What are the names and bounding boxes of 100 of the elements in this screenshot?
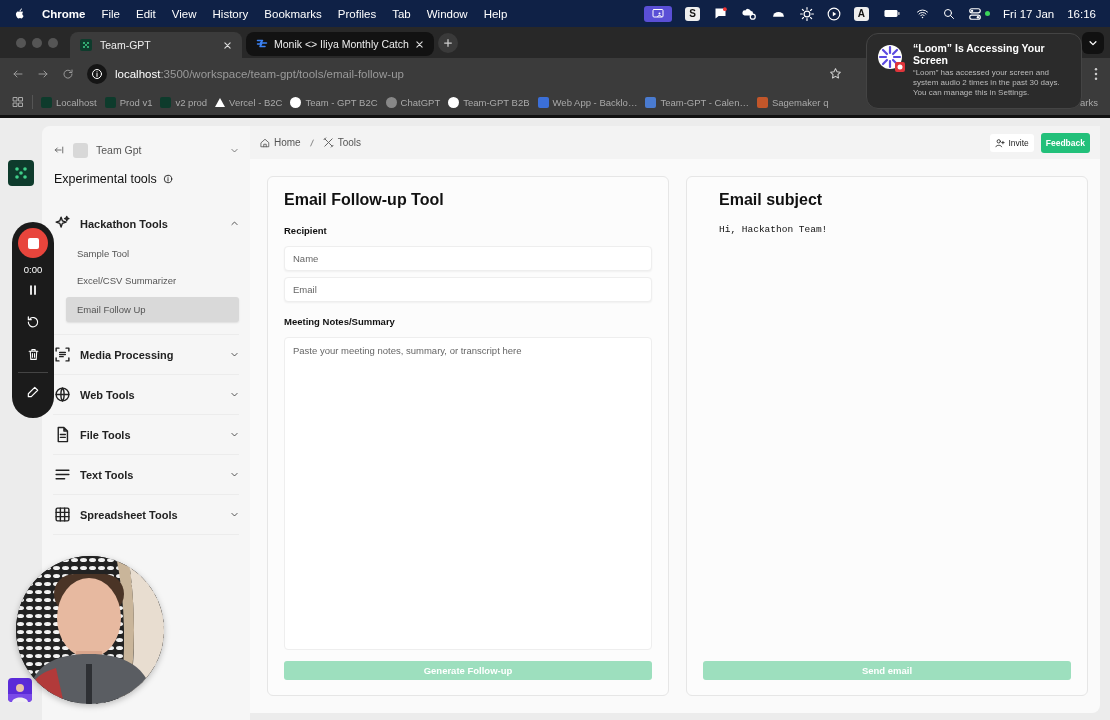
card-title: Email Follow-up Tool xyxy=(284,191,445,209)
site-icon xyxy=(215,97,226,107)
status-badge[interactable]: A xyxy=(853,6,870,21)
app-menu[interactable]: Chrome xyxy=(42,7,86,20)
notes-field[interactable]: Paste your meeting notes, summary, or transcript here xyxy=(284,337,652,650)
menu-bar-date[interactable]: Fri 17 Jan xyxy=(1003,7,1055,20)
tool-group-header[interactable]: Text Tools xyxy=(53,455,239,494)
loom-app-icon[interactable] xyxy=(877,44,905,72)
collapse-sidebar-icon[interactable] xyxy=(53,145,65,155)
menu-item[interactable]: View xyxy=(171,7,197,20)
screen-share-button[interactable] xyxy=(644,5,673,22)
menu-item[interactable]: Tab xyxy=(392,7,411,20)
sun-icon[interactable] xyxy=(799,6,814,21)
search-icon[interactable] xyxy=(943,7,956,20)
sidebar-item[interactable]: Sample Tool xyxy=(66,243,239,264)
invite-button[interactable]: Invite xyxy=(990,133,1034,152)
menu-item[interactable]: History xyxy=(212,7,249,20)
bookmark-link[interactable]: ChatGPT xyxy=(385,96,441,108)
menu-item[interactable]: Profiles xyxy=(337,7,377,20)
menu-item[interactable]: Window xyxy=(426,7,468,20)
logo-icon[interactable] xyxy=(8,160,34,186)
site-icon xyxy=(537,96,549,108)
cloud-alert-icon[interactable] xyxy=(740,6,757,21)
breadcrumb-separator-icon xyxy=(307,136,316,149)
field-label: Meeting Notes/Summary xyxy=(284,316,396,327)
recording-timer: 0:00 xyxy=(23,264,43,275)
breadcrumb-link[interactable]: Home xyxy=(260,137,301,148)
bookmark-link[interactable]: Sagemaker q xyxy=(756,96,829,108)
tab-favicon-icon xyxy=(80,39,92,51)
bookmark-link[interactable]: Team-GPT - Calen… xyxy=(645,96,749,108)
bookmark-link[interactable]: Prod v1 xyxy=(104,96,153,108)
tool-group-header[interactable]: Spreadsheet Tools xyxy=(53,495,239,534)
notification-title: “Loom” Is Accessing Your Screen xyxy=(913,42,1046,66)
menu-bar-time[interactable]: 16:16 xyxy=(1067,7,1096,20)
site-icon xyxy=(448,96,460,108)
email-body-text: Hi, Hackathon Team! xyxy=(719,224,829,237)
bookmark-link[interactable]: Team - GPT B2C xyxy=(290,96,378,108)
table-icon xyxy=(54,506,71,523)
more-icon[interactable] xyxy=(1094,66,1098,81)
star-icon[interactable] xyxy=(829,67,842,80)
site-icon xyxy=(756,96,768,108)
browser-tab[interactable]: Team-GPT xyxy=(70,32,242,58)
address-bar[interactable]: localhost:3500/workspace/team-gpt/tools/email-follow-up xyxy=(87,62,816,85)
restart-icon[interactable] xyxy=(26,315,40,329)
apple-icon[interactable] xyxy=(14,6,26,21)
tool-group-header[interactable]: Media Processing xyxy=(53,335,239,374)
plus-icon xyxy=(442,38,453,48)
trash-icon[interactable] xyxy=(26,348,40,361)
new-tab-button[interactable] xyxy=(437,33,458,53)
menu-item[interactable]: File xyxy=(101,7,120,20)
field-label: Recipient xyxy=(284,225,328,236)
site-icon xyxy=(160,96,172,108)
sidebar-item[interactable]: Excel/CSV Summarizer xyxy=(66,270,239,291)
bookmark-link[interactable]: v2 prod xyxy=(160,96,208,108)
tool-group-header[interactable]: File Tools xyxy=(53,415,239,454)
status-badge[interactable]: S xyxy=(685,6,700,21)
bookmark-link[interactable]: Team-GPT B2B xyxy=(448,96,530,108)
battery-icon[interactable] xyxy=(882,8,903,19)
workspace-name[interactable]: Team Gpt xyxy=(96,144,222,156)
toggles-icon[interactable] xyxy=(968,6,983,21)
stop-recording-button[interactable] xyxy=(18,228,48,258)
site-icon xyxy=(290,96,302,108)
site-icon xyxy=(41,96,52,108)
workspace-icon xyxy=(73,142,88,158)
close-icon[interactable] xyxy=(414,39,424,49)
tab-favicon-icon xyxy=(256,38,268,50)
close-icon[interactable] xyxy=(223,40,232,50)
bookmark-link[interactable]: arks xyxy=(1080,96,1098,108)
input-field[interactable]: Email xyxy=(284,277,652,302)
home-icon xyxy=(260,137,270,148)
card-title: Email subject xyxy=(719,191,824,209)
browser-tab[interactable]: Monik <> Iliya Monthly Catch xyxy=(246,32,434,56)
user-plus-icon xyxy=(995,137,1006,148)
wifi-icon[interactable] xyxy=(915,7,931,20)
bookmark-link[interactable]: Localhost xyxy=(41,96,97,108)
reload-icon[interactable] xyxy=(62,67,74,80)
tab-search-button[interactable] xyxy=(1082,31,1104,54)
menu-item[interactable]: Help xyxy=(483,7,508,20)
breadcrumb-link[interactable]: Tools xyxy=(322,137,362,148)
status-dot xyxy=(985,11,991,16)
sidebar-item[interactable]: Email Follow Up xyxy=(66,297,239,322)
tool-group-header[interactable]: Web Tools xyxy=(53,375,239,414)
bookmark-link[interactable]: Vercel - B2C xyxy=(215,96,283,108)
bookmark-link[interactable]: Web App - Backlo… xyxy=(537,96,638,108)
tool-group-header[interactable]: Hackathon Tools xyxy=(53,204,239,243)
info-icon xyxy=(91,67,103,80)
site-icon xyxy=(385,96,397,108)
menu-item[interactable]: Edit xyxy=(136,7,156,20)
apps-grid-icon[interactable] xyxy=(12,96,24,108)
pause-icon[interactable] xyxy=(27,284,39,296)
section-heading: Experimental tools xyxy=(54,172,157,186)
tools-icon xyxy=(322,137,334,148)
screen-share-icon xyxy=(650,7,667,20)
site-icon xyxy=(645,96,657,108)
play-circle-icon[interactable] xyxy=(826,6,841,21)
pencil-icon[interactable] xyxy=(26,385,40,399)
menu-item[interactable]: Bookmarks xyxy=(264,7,322,20)
info-icon[interactable] xyxy=(162,174,173,184)
input-field[interactable]: Name xyxy=(284,246,652,271)
site-icon xyxy=(104,96,116,108)
